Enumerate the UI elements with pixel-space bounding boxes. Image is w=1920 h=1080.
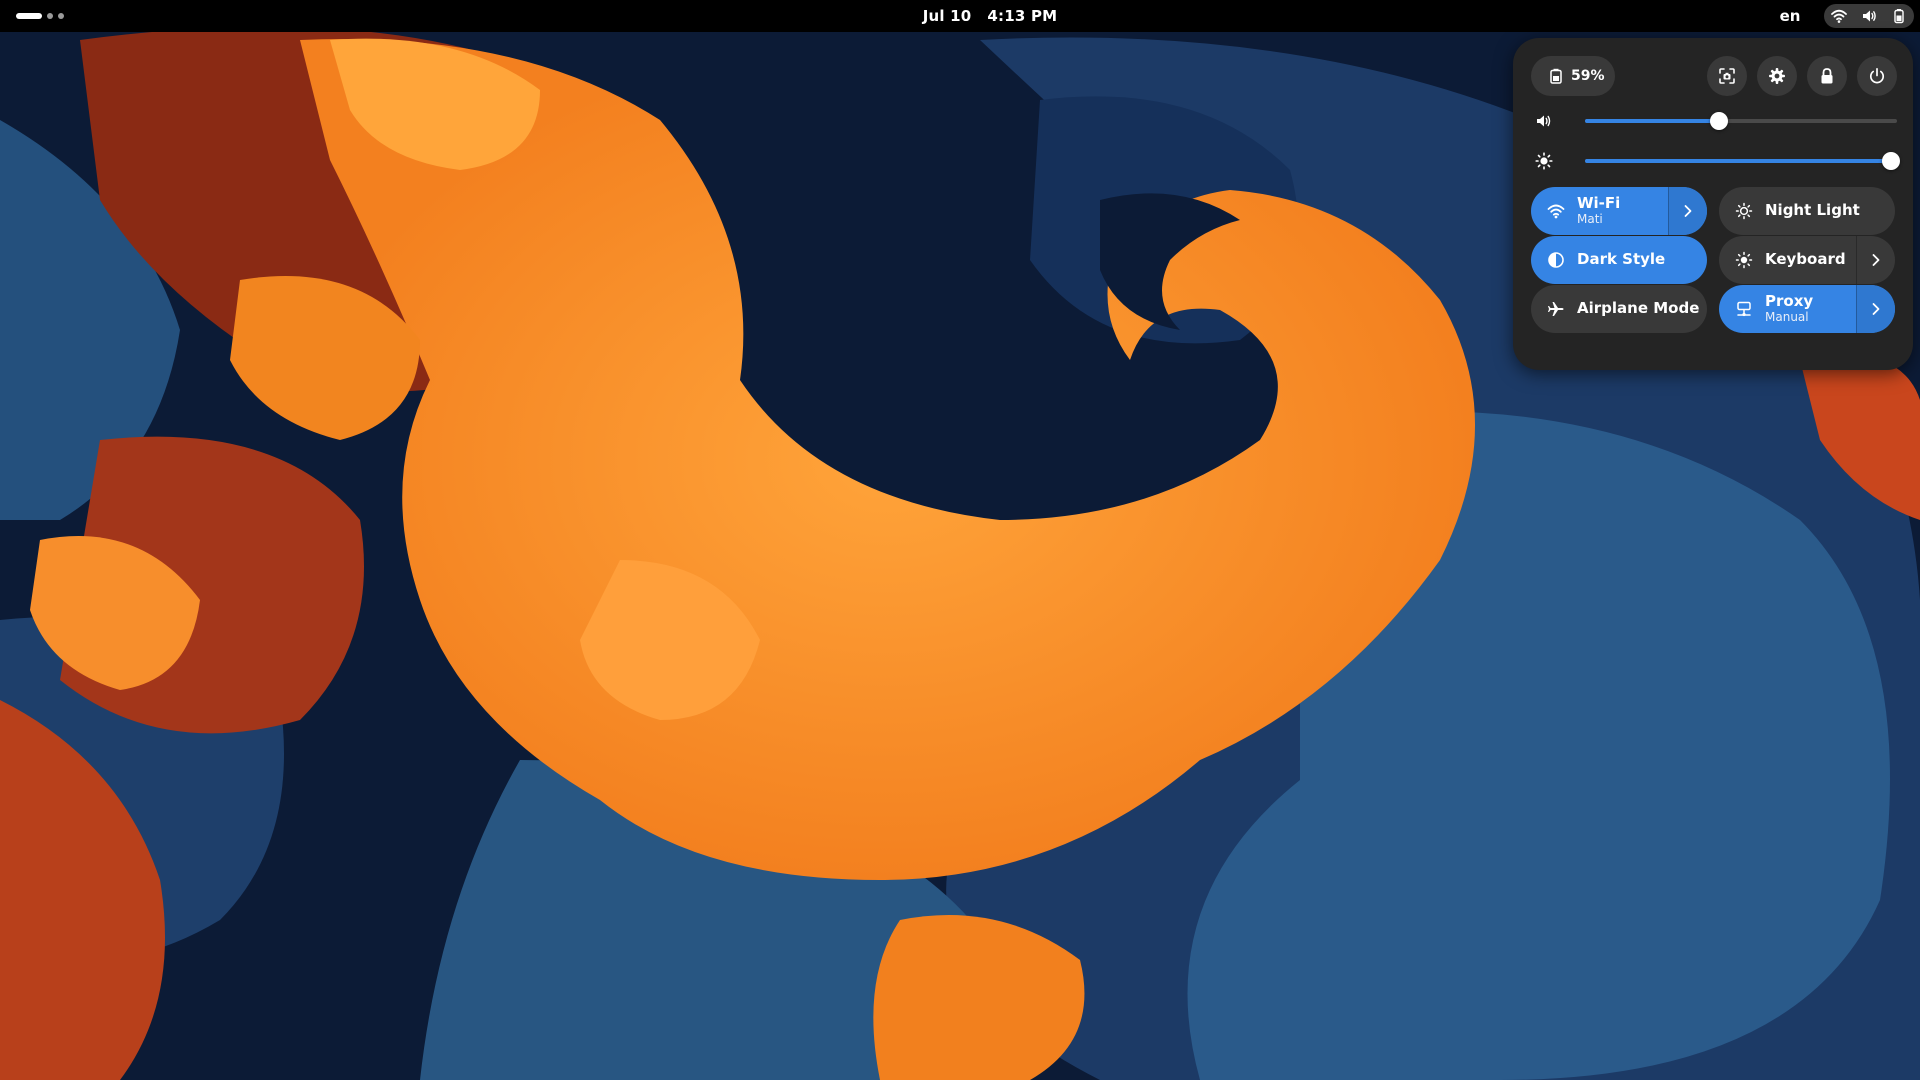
volume-icon (1537, 115, 1551, 127)
battery-icon (1894, 9, 1904, 24)
volume-slider-row (1531, 107, 1897, 135)
wifi-toggle-title: Wi-Fi (1577, 194, 1621, 213)
wifi-menu-arrow[interactable] (1668, 187, 1707, 235)
dark-style-icon (1548, 252, 1564, 268)
keyboard-brightness-icon (1735, 251, 1753, 269)
dark-style-toggle[interactable]: Dark Style (1531, 236, 1707, 284)
dark-style-toggle-title: Dark Style (1577, 250, 1666, 269)
wifi-toggle-main[interactable]: Wi-Fi Mati (1531, 187, 1668, 235)
airplane-mode-toggle-title: Airplane Mode (1577, 299, 1700, 318)
chevron-right-icon (1872, 254, 1880, 266)
airplane-mode-toggle[interactable]: Airplane Mode (1531, 285, 1707, 333)
brightness-slider-fill (1585, 159, 1891, 163)
quick-settings-header: 59% (1531, 56, 1897, 96)
wifi-network-name: Mati (1577, 211, 1603, 226)
screenshot-button[interactable] (1707, 56, 1747, 96)
keyboard-toggle[interactable]: Keyboard (1719, 236, 1895, 284)
brightness-slider-handle[interactable] (1881, 152, 1900, 170)
proxy-toggle-main[interactable]: Proxy Manual (1719, 285, 1856, 333)
night-light-toggle[interactable]: Night Light (1719, 187, 1895, 235)
airplane-mode-toggle-main[interactable]: Airplane Mode (1531, 285, 1707, 333)
battery-percentage: 59% (1571, 68, 1605, 84)
keyboard-menu-arrow[interactable] (1856, 236, 1895, 284)
time-label: 4:13 PM (987, 7, 1058, 25)
volume-slider-fill (1585, 119, 1720, 123)
proxy-toggle-title: Proxy (1765, 292, 1814, 311)
wifi-icon (1831, 9, 1847, 23)
power-button[interactable] (1857, 56, 1897, 96)
lock-screen-button[interactable] (1807, 56, 1847, 96)
volume-slider[interactable] (1585, 112, 1897, 130)
chevron-right-icon (1684, 205, 1692, 217)
wifi-toggle[interactable]: Wi-Fi Mati (1531, 187, 1707, 235)
airplane-icon (1548, 302, 1564, 316)
lock-icon (1821, 68, 1833, 84)
settings-icon (1769, 68, 1785, 84)
night-light-icon (1735, 202, 1753, 220)
quick-settings-panel: 59% Wi-Fi Mati Night Light Dark Style Ke… (1513, 38, 1913, 370)
keyboard-toggle-main[interactable]: Keyboard (1719, 236, 1856, 284)
screenshot-icon (1719, 68, 1735, 84)
clock-area: Jul 10 4:13 PM (0, 0, 1920, 32)
keyboard-toggle-title: Keyboard (1765, 250, 1846, 269)
system-status-menu[interactable] (1824, 4, 1914, 28)
proxy-menu-arrow[interactable] (1856, 285, 1895, 333)
night-light-toggle-main[interactable]: Night Light (1719, 187, 1895, 235)
battery-button[interactable]: 59% (1531, 56, 1615, 96)
proxy-icon (1737, 301, 1751, 317)
night-light-toggle-title: Night Light (1765, 201, 1860, 220)
power-icon (1869, 67, 1885, 84)
date-time-button[interactable]: Jul 10 4:13 PM (913, 3, 1068, 29)
input-language-indicator[interactable]: en (1772, 0, 1808, 32)
top-bar: Jul 10 4:13 PM en (0, 0, 1920, 32)
settings-button[interactable] (1757, 56, 1797, 96)
brightness-slider[interactable] (1585, 152, 1900, 170)
volume-slider-handle[interactable] (1710, 112, 1729, 130)
date-label: Jul 10 (922, 7, 972, 25)
brightness-icon (1535, 152, 1553, 170)
volume-icon (1863, 10, 1876, 22)
wifi-icon (1547, 204, 1565, 219)
proxy-mode-label: Manual (1765, 309, 1809, 324)
battery-icon (1550, 68, 1562, 84)
dark-style-toggle-main[interactable]: Dark Style (1531, 236, 1707, 284)
brightness-slider-row (1531, 147, 1900, 175)
chevron-right-icon (1872, 303, 1880, 315)
proxy-toggle[interactable]: Proxy Manual (1719, 285, 1895, 333)
